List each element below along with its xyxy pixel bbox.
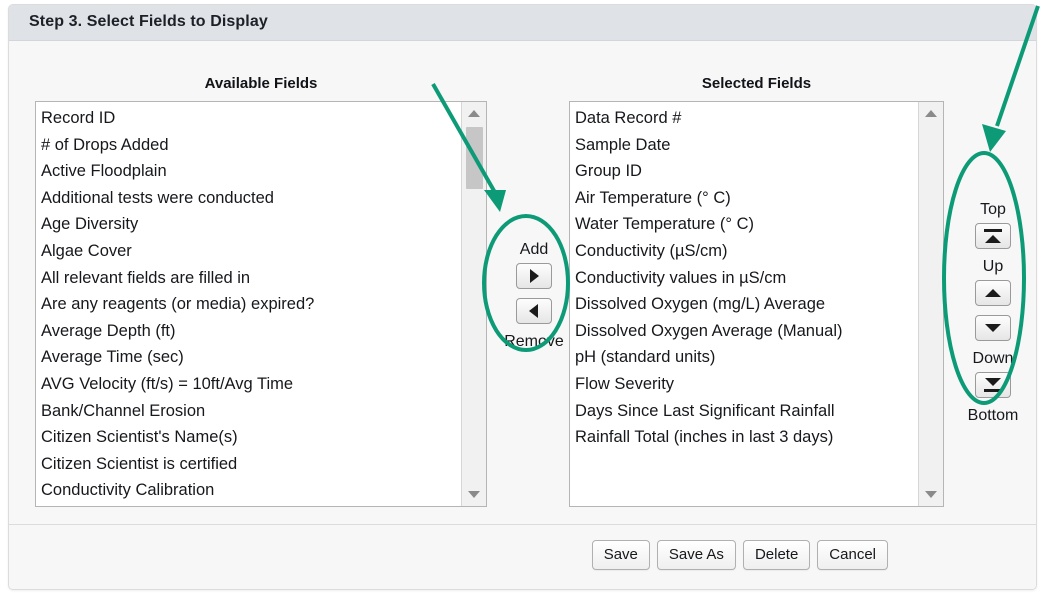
list-item[interactable]: Average Time (sec) [41,344,461,371]
list-item[interactable]: Are any reagents (or media) expired? [41,291,461,318]
move-bottom-button-label: Bottom [967,407,1019,424]
remove-button[interactable] [516,298,552,324]
scroll-up-icon[interactable] [462,104,486,124]
move-top-button-label: Top [980,201,1006,218]
page-title: Step 3. Select Fields to Display [29,13,268,30]
available-fields-listbox[interactable]: Record ID # of Drops Added Active Floodpla… [35,101,487,507]
list-item[interactable]: Dissolved Oxygen Average (Manual) [575,318,918,345]
list-item[interactable]: Data Record # [575,105,918,132]
save-as-button[interactable]: Save As [656,540,736,570]
list-item[interactable]: Record ID [41,105,461,132]
list-item[interactable]: Citizen Scientist's Name(s) [41,424,461,451]
list-item[interactable]: Average Depth (ft) [41,318,461,345]
move-top-button[interactable] [975,223,1011,249]
list-item[interactable]: Days Since Last Significant Rainfall [575,398,918,425]
delete-button[interactable]: Delete [742,540,811,570]
list-item[interactable]: Citizen Scientist is certified [41,451,461,478]
scrollbar-thumb[interactable] [466,127,483,189]
list-item[interactable]: Additional tests were conducted [41,185,461,212]
double-arrow-down-icon [985,378,1001,386]
move-bottom-button[interactable] [975,372,1011,398]
list-item[interactable]: pH (standard units) [575,344,918,371]
list-item[interactable]: Conductivity values in µS/cm [575,265,918,292]
available-fields-scrollbar[interactable] [461,102,486,506]
bar-icon [984,389,1002,392]
move-up-button-label: Up [982,258,1004,275]
list-item[interactable]: All relevant fields are filled in [41,265,461,292]
list-item[interactable]: Active Floodplain [41,158,461,185]
list-item[interactable]: AVG Velocity (ft/s) = 10ft/Avg Time [41,371,461,398]
bar-icon [984,229,1002,232]
move-up-button[interactable] [975,280,1011,306]
list-item[interactable]: Age Diversity [41,211,461,238]
available-fields-items[interactable]: Record ID # of Drops Added Active Floodpla… [36,102,461,506]
arrow-right-icon [530,269,539,283]
list-item[interactable]: Air Temperature (° C) [575,185,918,212]
select-fields-panel: Step 3. Select Fields to Display Availab… [8,4,1037,590]
screenshot-root: Step 3. Select Fields to Display Availab… [0,0,1045,614]
scroll-down-icon[interactable] [462,484,486,504]
list-item[interactable]: Bank/Channel Erosion [41,398,461,425]
arrow-down-icon [985,324,1001,332]
available-fields-label: Available Fields [204,75,318,92]
arrow-left-icon [529,304,538,318]
move-down-button-label: Down [972,350,1014,367]
list-item[interactable]: Group ID [575,158,918,185]
save-button[interactable]: Save [591,540,650,570]
selected-fields-listbox[interactable]: Data Record # Sample Date Group ID Air Temp… [569,101,944,507]
reorder-controls: Top Up Down Bottom [957,199,1029,427]
list-item[interactable]: Algae Cover [41,238,461,265]
list-item[interactable]: Dissolved Oxygen (mg/L) Average [575,291,918,318]
scroll-up-icon[interactable] [919,104,943,124]
panel-body: Available Fields Selected Fields Record … [9,41,1036,525]
add-button-label: Add [519,241,549,258]
list-item[interactable]: Flow Severity [575,371,918,398]
transfer-controls: Add Remove [498,239,570,353]
selected-fields-items[interactable]: Data Record # Sample Date Group ID Air Temp… [570,102,918,506]
add-button[interactable] [516,263,552,289]
selected-fields-scrollbar[interactable] [918,102,943,506]
scroll-down-icon[interactable] [919,484,943,504]
double-arrow-up-icon [985,235,1001,243]
list-item[interactable]: Water Temperature (° C) [575,211,918,238]
panel-footer: Save Save As Delete Cancel [9,524,1036,589]
list-item[interactable]: # of Drops Added [41,132,461,159]
remove-button-label: Remove [504,333,564,350]
list-item[interactable]: Conductivity Calibration [41,477,461,504]
cancel-button[interactable]: Cancel [817,540,888,570]
footer-button-group: Save Save As Delete Cancel [591,540,888,570]
panel-header: Step 3. Select Fields to Display [9,5,1036,41]
list-item[interactable]: Rainfall Total (inches in last 3 days) [575,424,918,451]
arrow-up-icon [985,289,1001,297]
list-item[interactable]: Conductivity (µS/cm) [575,238,918,265]
move-down-button[interactable] [975,315,1011,341]
selected-fields-label: Selected Fields [701,75,812,92]
list-item[interactable]: Sample Date [575,132,918,159]
